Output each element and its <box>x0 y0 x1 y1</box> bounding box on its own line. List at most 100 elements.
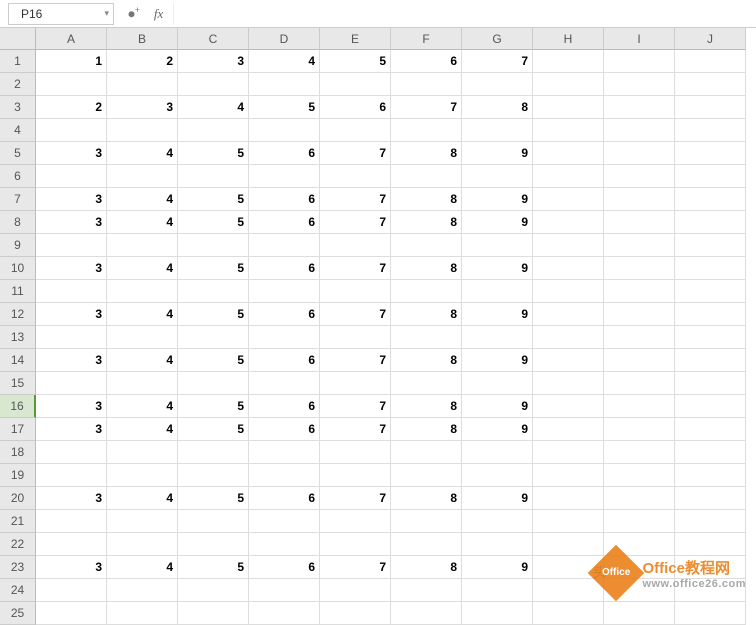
cell[interactable] <box>604 96 675 119</box>
cell[interactable] <box>533 326 604 349</box>
name-box[interactable]: P16 ▾ <box>8 3 114 25</box>
cell[interactable] <box>320 372 391 395</box>
cell[interactable] <box>533 234 604 257</box>
cell[interactable] <box>533 602 604 625</box>
cell[interactable]: 4 <box>107 188 178 211</box>
cell[interactable]: 3 <box>36 142 107 165</box>
cell[interactable] <box>533 257 604 280</box>
cell[interactable] <box>320 165 391 188</box>
cell[interactable] <box>249 464 320 487</box>
cell[interactable] <box>533 349 604 372</box>
cell[interactable] <box>462 280 533 303</box>
cell[interactable] <box>533 50 604 73</box>
row-header[interactable]: 16 <box>0 395 36 418</box>
cell[interactable] <box>320 280 391 303</box>
cell[interactable] <box>604 142 675 165</box>
cell[interactable] <box>107 533 178 556</box>
cell[interactable] <box>533 395 604 418</box>
cell[interactable]: 4 <box>107 349 178 372</box>
cell[interactable] <box>462 533 533 556</box>
cell[interactable] <box>533 73 604 96</box>
cell[interactable] <box>675 119 746 142</box>
cell[interactable]: 3 <box>107 96 178 119</box>
cell[interactable] <box>533 303 604 326</box>
cell[interactable]: 3 <box>36 487 107 510</box>
row-header[interactable]: 2 <box>0 73 36 96</box>
cell[interactable] <box>178 165 249 188</box>
cell[interactable] <box>533 441 604 464</box>
cell[interactable] <box>36 73 107 96</box>
cell[interactable]: 4 <box>107 556 178 579</box>
select-all-corner[interactable] <box>0 28 36 50</box>
zoom-icon[interactable]: ⦁⁺ <box>124 5 144 22</box>
cell[interactable]: 6 <box>391 50 462 73</box>
column-header[interactable]: C <box>178 28 249 50</box>
cell[interactable]: 7 <box>320 303 391 326</box>
cell[interactable] <box>249 165 320 188</box>
cell[interactable] <box>462 441 533 464</box>
cell[interactable] <box>107 119 178 142</box>
cell[interactable]: 6 <box>249 188 320 211</box>
cell[interactable]: 8 <box>391 418 462 441</box>
cell[interactable] <box>604 188 675 211</box>
cell[interactable] <box>391 441 462 464</box>
cell[interactable] <box>675 165 746 188</box>
cell[interactable]: 8 <box>391 188 462 211</box>
cell[interactable]: 6 <box>249 303 320 326</box>
cell[interactable] <box>462 165 533 188</box>
cell[interactable] <box>604 211 675 234</box>
cell[interactable] <box>249 119 320 142</box>
cell[interactable]: 7 <box>320 188 391 211</box>
row-header[interactable]: 5 <box>0 142 36 165</box>
cell[interactable] <box>391 464 462 487</box>
cell[interactable]: 4 <box>249 50 320 73</box>
cell[interactable]: 8 <box>391 349 462 372</box>
cell[interactable]: 9 <box>462 211 533 234</box>
cell[interactable] <box>107 326 178 349</box>
cell[interactable]: 6 <box>249 142 320 165</box>
cell[interactable]: 8 <box>391 487 462 510</box>
cell[interactable] <box>533 533 604 556</box>
cell[interactable] <box>604 326 675 349</box>
cell[interactable]: 8 <box>391 556 462 579</box>
cell[interactable]: 5 <box>178 556 249 579</box>
cell[interactable] <box>107 165 178 188</box>
cell[interactable]: 2 <box>36 96 107 119</box>
cell[interactable] <box>533 165 604 188</box>
cell[interactable] <box>604 372 675 395</box>
cell[interactable] <box>249 234 320 257</box>
cell[interactable] <box>462 119 533 142</box>
cell[interactable] <box>604 303 675 326</box>
cell[interactable] <box>462 326 533 349</box>
cell[interactable] <box>178 464 249 487</box>
cell[interactable] <box>533 211 604 234</box>
cell[interactable] <box>533 188 604 211</box>
cell[interactable] <box>178 510 249 533</box>
cell[interactable]: 4 <box>107 395 178 418</box>
cell[interactable] <box>36 234 107 257</box>
cell[interactable]: 7 <box>320 487 391 510</box>
cell[interactable] <box>391 579 462 602</box>
cell[interactable] <box>391 510 462 533</box>
cell[interactable]: 5 <box>178 211 249 234</box>
column-header[interactable]: D <box>249 28 320 50</box>
row-header[interactable]: 25 <box>0 602 36 625</box>
cell[interactable] <box>36 280 107 303</box>
cell[interactable] <box>675 257 746 280</box>
cell[interactable] <box>675 188 746 211</box>
cell[interactable] <box>320 326 391 349</box>
cell[interactable]: 5 <box>178 418 249 441</box>
cell[interactable]: 7 <box>320 556 391 579</box>
cell[interactable] <box>36 533 107 556</box>
cell[interactable] <box>249 280 320 303</box>
cell[interactable] <box>178 119 249 142</box>
cell[interactable] <box>604 441 675 464</box>
cell[interactable] <box>249 441 320 464</box>
cell[interactable] <box>107 73 178 96</box>
cell[interactable] <box>178 579 249 602</box>
cell[interactable] <box>675 602 746 625</box>
cell[interactable] <box>604 395 675 418</box>
cell[interactable]: 4 <box>178 96 249 119</box>
cell[interactable] <box>391 602 462 625</box>
cell[interactable]: 9 <box>462 142 533 165</box>
